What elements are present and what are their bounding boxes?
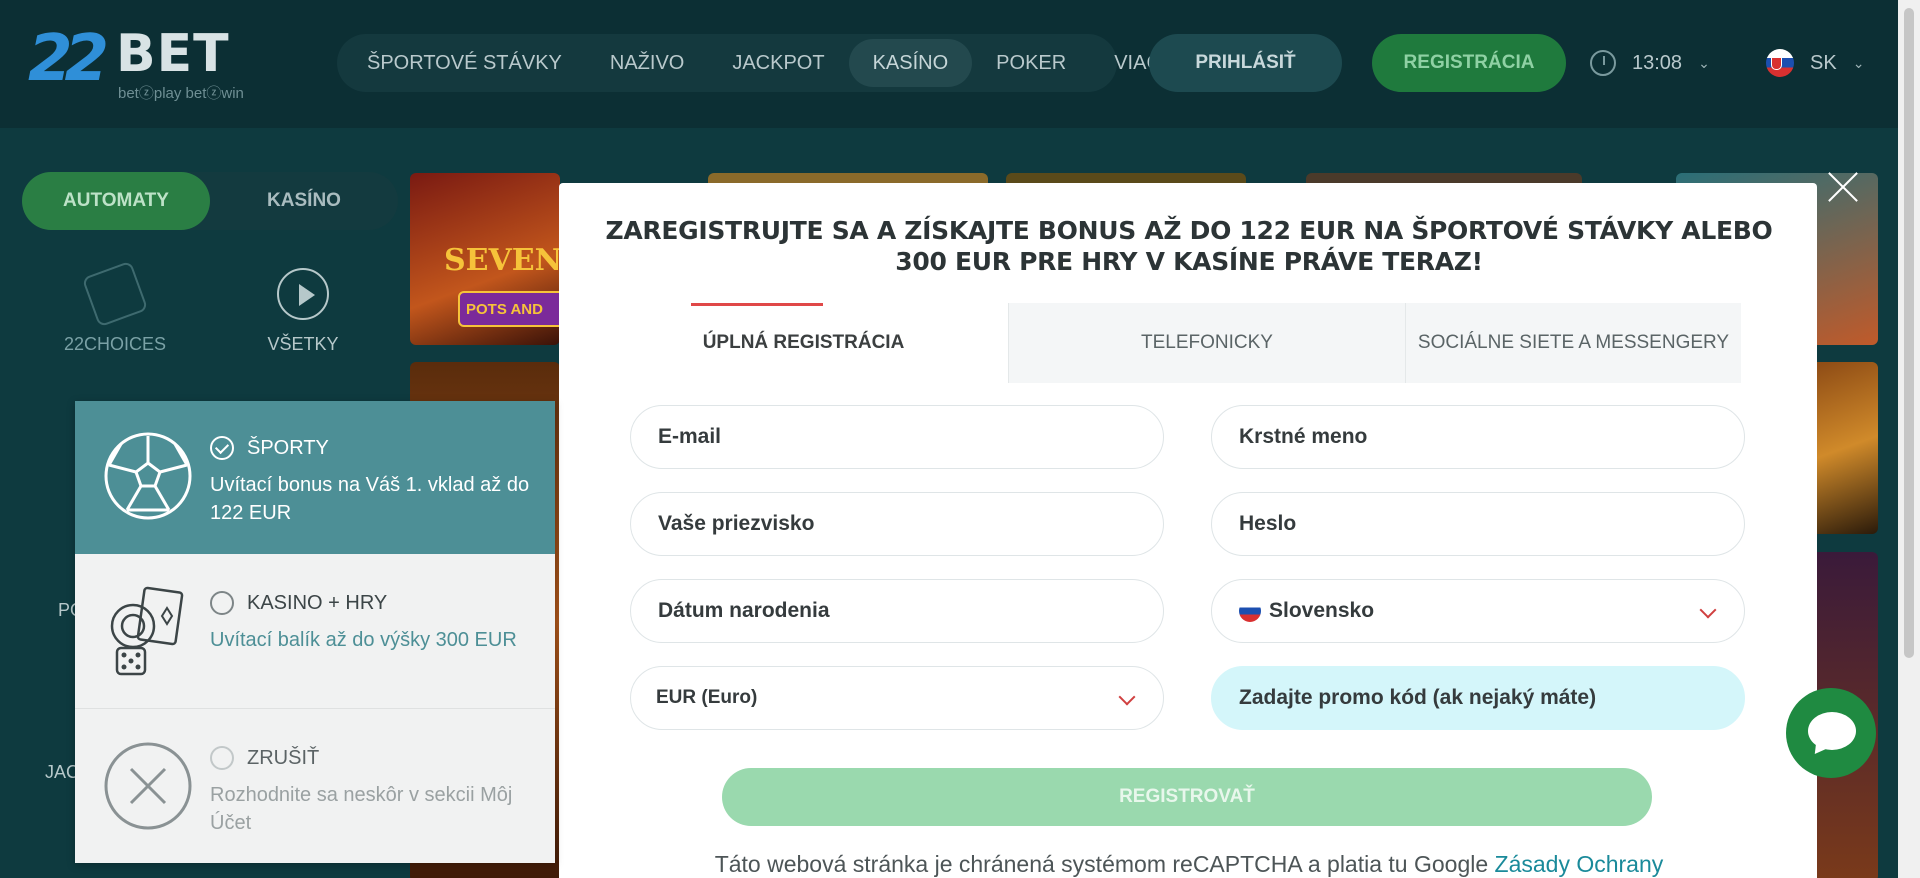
scrollbar-thumb[interactable]: [1904, 8, 1914, 658]
checkbox-checked-icon[interactable]: [210, 436, 234, 460]
toggle-casino[interactable]: KASÍNO: [210, 172, 398, 230]
bonus-option-sports[interactable]: ŠPORTY Uvítací bonus na Váš 1. vklad až …: [75, 401, 555, 554]
language-selector[interactable]: SK ⌄: [1766, 48, 1864, 78]
toggle-slots[interactable]: AUTOMATY: [22, 172, 210, 230]
bonus-title-text: ZRUŠIŤ: [247, 746, 320, 769]
game-tile[interactable]: SEVEN POTS AND: [410, 173, 560, 345]
logo-brand: BET: [116, 24, 230, 84]
login-button[interactable]: PRIHLÁSIŤ: [1149, 34, 1342, 92]
game-tile-subtitle: POTS AND: [458, 291, 560, 327]
chat-button[interactable]: [1786, 688, 1876, 778]
game-type-toggle: AUTOMATY KASÍNO: [22, 172, 398, 230]
promo-code-field[interactable]: Zadajte promo kód (ak nejaký máte): [1211, 666, 1745, 730]
register-submit-button[interactable]: REGISTROVAŤ: [722, 768, 1652, 826]
tab-social[interactable]: SOCIÁLNE SIETE A MESSENGERY: [1405, 303, 1741, 383]
play-icon: [277, 268, 329, 320]
nav-live[interactable]: NAŽIVO: [586, 39, 708, 87]
bonus-option-desc: Rozhodnite sa neskôr v sekcii Môj Účet: [210, 784, 513, 834]
tab-phone[interactable]: TELEFONICKY: [1008, 303, 1405, 383]
category-all[interactable]: VŠETKY: [243, 268, 363, 355]
chevron-down-icon: ⌄: [1852, 54, 1865, 71]
category-label: 22CHOICES: [63, 334, 167, 354]
modal-title: ZAREGISTRUJTE SA A ZÍSKAJTE BONUS AŽ DO …: [605, 216, 1773, 276]
main-nav: ŠPORTOVÉ STÁVKY NAŽIVO JACKPOT KASÍNO PO…: [337, 34, 1161, 92]
bonus-option-desc: Uvítací bonus na Váš 1. vklad až do 122 …: [210, 474, 530, 524]
time-value: 13:08: [1632, 51, 1683, 74]
currency-select[interactable]: EUR (Euro): [630, 666, 1164, 730]
privacy-policy-link[interactable]: Zásady Ochrany: [1495, 851, 1664, 877]
country-value: Slovensko: [1269, 599, 1375, 622]
cancel-icon: [104, 742, 192, 830]
surname-field[interactable]: Vaše priezvisko: [630, 492, 1164, 556]
country-select[interactable]: Slovensko: [1211, 579, 1745, 643]
casino-chips-cards-icon: [110, 586, 184, 676]
logo-tagline: betⓩplay betⓩwin: [118, 85, 244, 102]
category-22choices[interactable]: 22CHOICES: [55, 260, 175, 355]
soccer-ball-icon: [104, 432, 192, 520]
chevron-down-icon: ⌄: [1698, 54, 1710, 71]
bonus-option-title: KASINO + HRY: [210, 591, 387, 615]
bonus-option-desc: Uvítací balík až do výšky 300 EUR: [210, 629, 517, 651]
game-tile-title: SEVEN: [444, 243, 560, 278]
language-code: SK: [1810, 51, 1837, 74]
register-button[interactable]: REGISTRÁCIA: [1372, 34, 1566, 92]
first-name-field[interactable]: Krstné meno: [1211, 405, 1745, 469]
bonus-option-title: ŠPORTY: [210, 436, 329, 460]
radio-icon[interactable]: [210, 591, 234, 615]
logo-number: 22: [28, 22, 109, 96]
slovakia-flag-icon: [1239, 600, 1261, 622]
nav-poker[interactable]: POKER: [972, 39, 1090, 87]
category-partial[interactable]: JAC: [45, 762, 79, 783]
nav-casino[interactable]: KASÍNO: [848, 39, 973, 87]
registration-modal: ZAREGISTRUJTE SA A ZÍSKAJTE BONUS AŽ DO …: [559, 183, 1817, 878]
clock-icon: [1590, 50, 1616, 76]
page-scrollbar[interactable]: [1898, 0, 1920, 878]
slovakia-flag-icon: [1766, 49, 1794, 77]
radio-icon[interactable]: [210, 746, 234, 770]
recaptcha-text: Táto webová stránka je chránená systémom…: [714, 851, 1489, 877]
recaptcha-notice: Táto webová stránka je chránená systémom…: [589, 851, 1789, 878]
bonus-selector: ŠPORTY Uvítací bonus na Váš 1. vklad až …: [75, 401, 555, 863]
category-label: VŠETKY: [267, 334, 339, 354]
nav-sports[interactable]: ŠPORTOVÉ STÁVKY: [343, 39, 586, 87]
bonus-title-text: KASINO + HRY: [247, 591, 388, 614]
bonus-option-title: ZRUŠIŤ: [210, 746, 319, 770]
email-field[interactable]: E-mail: [630, 405, 1164, 469]
time-selector[interactable]: 13:08 ⌄: [1590, 48, 1710, 78]
bonus-option-cancel[interactable]: ZRUŠIŤ Rozhodnite sa neskôr v sekcii Môj…: [75, 709, 555, 863]
password-field[interactable]: Heslo: [1211, 492, 1745, 556]
logo[interactable]: 22 BET betⓩplay betⓩwin: [28, 22, 288, 102]
header: 22 BET betⓩplay betⓩwin ŠPORTOVÉ STÁVKY …: [0, 0, 1898, 128]
close-icon[interactable]: [1826, 170, 1860, 204]
chips-icon: [81, 260, 149, 328]
registration-tabs: ÚPLNÁ REGISTRÁCIA TELEFONICKY SOCIÁLNE S…: [599, 303, 1741, 383]
bonus-title-text: ŠPORTY: [247, 436, 329, 459]
nav-jackpot[interactable]: JACKPOT: [708, 39, 848, 87]
bonus-option-casino[interactable]: KASINO + HRY Uvítací balík až do výšky 3…: [75, 554, 555, 709]
birthdate-field[interactable]: Dátum narodenia: [630, 579, 1164, 643]
tab-full-registration[interactable]: ÚPLNÁ REGISTRÁCIA: [599, 303, 1008, 383]
